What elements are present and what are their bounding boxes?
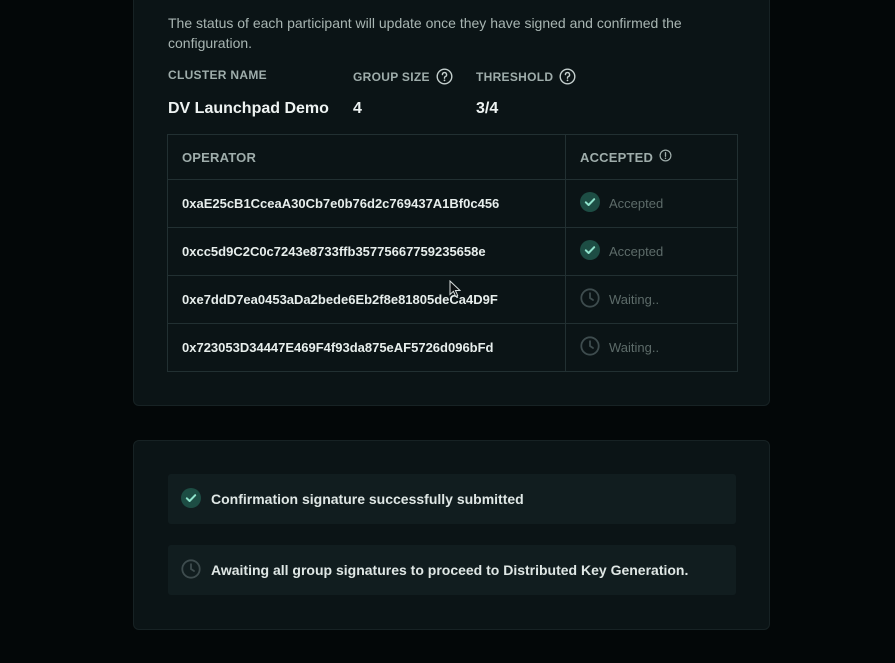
table-header-row: OPERATOR ACCEPTED <box>167 134 738 180</box>
cluster-name-value: DV Launchpad Demo <box>168 100 329 117</box>
clock-icon <box>580 336 600 359</box>
table-row: 0xcc5d9C2C0c7243e8733ffb3577566775923565… <box>167 227 738 276</box>
help-icon[interactable] <box>559 68 576 85</box>
threshold-label: THRESHOLD <box>476 68 576 85</box>
signature-submitted-notice: Confirmation signature successfully subm… <box>168 474 736 524</box>
notice-text: Awaiting all group signatures to proceed… <box>211 562 689 578</box>
status-cell: Accepted <box>565 179 738 228</box>
participants-card: The status of each participant will upda… <box>133 0 770 406</box>
operator-address: 0xe7ddD7ea0453aDa2bede6Eb2f8e81805deCa4D… <box>167 275 566 324</box>
info-icon[interactable] <box>659 149 672 165</box>
threshold-value: 3/4 <box>476 100 499 117</box>
signature-status-card: Confirmation signature successfully subm… <box>133 440 770 630</box>
status-text: Waiting.. <box>609 340 660 355</box>
operator-address: 0xaE25cB1CceaA30Cb7e0b76d2c769437A1Bf0c4… <box>167 179 566 228</box>
awaiting-signatures-notice: Awaiting all group signatures to proceed… <box>168 545 736 595</box>
cluster-name-label: CLUSTER NAME <box>168 68 267 82</box>
clock-icon <box>580 288 600 311</box>
check-circle-icon <box>580 192 600 215</box>
help-icon[interactable] <box>436 68 453 85</box>
status-text: Accepted <box>609 196 664 211</box>
column-header-accepted: ACCEPTED <box>565 134 738 180</box>
status-text: Waiting.. <box>609 292 660 307</box>
operator-address: 0xcc5d9C2C0c7243e8733ffb3577566775923565… <box>167 227 566 276</box>
check-circle-icon <box>181 487 201 511</box>
group-size-value: 4 <box>353 100 362 117</box>
clock-icon <box>181 558 201 582</box>
intro-text: The status of each participant will upda… <box>168 15 682 51</box>
table-row: 0xaE25cB1CceaA30Cb7e0b76d2c769437A1Bf0c4… <box>167 179 738 228</box>
mouse-cursor-icon <box>449 280 461 298</box>
check-circle-icon <box>580 240 600 263</box>
group-size-label: GROUP SIZE <box>353 68 453 85</box>
operator-address: 0x723053D34447E469F4f93da875eAF5726d096b… <box>167 323 566 372</box>
operators-table: OPERATOR ACCEPTED 0xaE25cB1CceaA30Cb7e0b… <box>167 134 738 372</box>
notice-text: Confirmation signature successfully subm… <box>211 491 524 507</box>
status-cell: Accepted <box>565 227 738 276</box>
status-cell: Waiting.. <box>565 275 738 324</box>
status-text: Accepted <box>609 244 664 259</box>
column-header-operator: OPERATOR <box>167 134 566 180</box>
table-row: 0x723053D34447E469F4f93da875eAF5726d096b… <box>167 323 738 372</box>
status-cell: Waiting.. <box>565 323 738 372</box>
